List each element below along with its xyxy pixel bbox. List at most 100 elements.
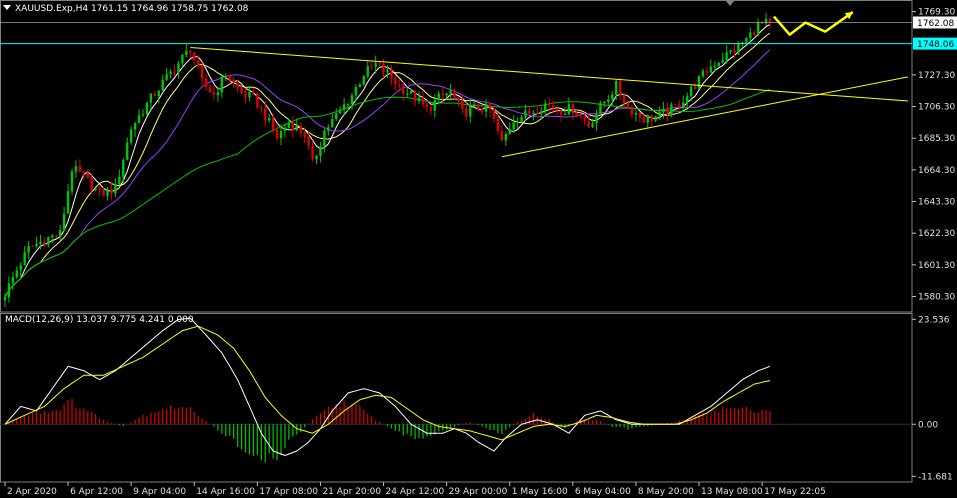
candle-body — [406, 93, 409, 95]
candle-body — [370, 66, 373, 68]
candle-body — [678, 104, 681, 107]
candle-body — [114, 184, 117, 194]
candle-body — [469, 106, 472, 117]
candle-body — [583, 116, 586, 122]
candle-body — [701, 70, 705, 77]
candle-body — [618, 80, 622, 95]
candle-body — [591, 123, 594, 127]
price-tick-label: 1664.30 — [918, 166, 955, 176]
candle-body — [133, 123, 137, 130]
candle-body — [303, 132, 306, 137]
candle-body — [528, 110, 531, 114]
candle-body — [626, 103, 630, 107]
time-tick-label: 2 Apr 2020 — [7, 487, 57, 497]
candle-body — [646, 115, 649, 123]
candle-body — [461, 101, 464, 109]
candle-body — [149, 93, 153, 103]
candle-body — [197, 60, 200, 67]
candle-body — [547, 103, 551, 106]
candle-body — [200, 66, 204, 79]
candle-body — [220, 76, 224, 93]
candle-body — [98, 188, 101, 190]
candle-body — [118, 176, 121, 185]
candle-body — [544, 103, 547, 112]
candle-body — [90, 177, 93, 191]
price-tick-label: 1706.30 — [918, 103, 955, 113]
candle-body — [23, 252, 26, 266]
candle-body — [654, 116, 657, 121]
time-tick-label: 8 May 20:00 — [638, 487, 694, 497]
candle-body — [35, 243, 38, 247]
candle-body — [484, 103, 488, 112]
candle-body — [457, 97, 460, 102]
price-tick-label: 1769.30 — [918, 8, 955, 18]
candle-body — [129, 129, 133, 143]
main-chart-title: XAUUSD.Exp,H4 1761.15 1764.96 1758.75 17… — [3, 4, 248, 14]
candle-body — [398, 84, 401, 86]
candle-body — [19, 265, 22, 271]
candle-body — [697, 76, 701, 90]
candle-body — [275, 129, 279, 139]
candle-body — [74, 166, 78, 172]
candle-body — [638, 112, 642, 118]
candle-body — [212, 92, 216, 96]
candle-body — [31, 246, 34, 248]
candle-body — [445, 93, 448, 96]
candle-body — [3, 297, 7, 301]
candle-body — [307, 136, 310, 146]
candle-body — [725, 52, 728, 60]
candle-body — [311, 145, 314, 160]
candle-body — [409, 90, 413, 94]
candle-body — [476, 104, 480, 109]
candle-body — [110, 188, 113, 194]
macd-panel-title: MACD(12,26,9) 13.037 9.775 4.241 0.000 — [5, 315, 194, 325]
candle-body — [51, 235, 54, 238]
candle-body — [15, 270, 19, 278]
candle-body — [224, 76, 228, 78]
price-tick-label: 1622.30 — [918, 229, 955, 239]
candle-body — [563, 113, 567, 115]
candle-body — [7, 283, 11, 298]
candle-body — [611, 94, 614, 100]
candle-body — [260, 107, 263, 109]
candle-body — [607, 99, 610, 103]
candle-body — [256, 93, 259, 108]
candle-body — [508, 129, 511, 135]
candle-body — [181, 55, 184, 64]
dropdown-triangle-icon[interactable] — [3, 5, 11, 10]
price-tick-label: 1727.30 — [918, 71, 955, 81]
candle-body — [228, 76, 231, 81]
candle-body — [492, 109, 496, 119]
candle-body — [737, 43, 740, 53]
candle-body — [327, 127, 330, 131]
candle-body — [685, 95, 689, 103]
candle-body — [94, 188, 97, 191]
time-tick-label: 6 May 04:00 — [575, 487, 631, 497]
candle-body — [512, 122, 515, 130]
candle-body — [153, 93, 157, 97]
candle-body — [47, 237, 50, 245]
symbol-title-text: XAUUSD.Exp,H4 1761.15 1764.96 1758.75 17… — [15, 4, 249, 14]
chart-canvas[interactable]: 1769.30 1727.30 1706.30 1685.30 1664.30 1643.… — [0, 0, 957, 498]
candle-body — [756, 22, 760, 36]
time-tick-label: 1 May 16:00 — [512, 487, 568, 497]
candle-body — [350, 95, 354, 105]
time-tick-label: 17 Apr 08:00 — [259, 487, 318, 497]
candle-body — [753, 32, 756, 36]
candle-body — [161, 79, 164, 91]
candle-body — [595, 114, 598, 124]
macd-tick-label: 0.00 — [918, 420, 938, 430]
candle-body — [417, 97, 421, 102]
price-tick-label: 1685.30 — [918, 134, 955, 144]
candle-body — [536, 113, 539, 115]
candle-body — [62, 213, 66, 230]
candle-body — [516, 121, 519, 123]
candle-body — [346, 104, 350, 106]
candle-body — [567, 104, 571, 114]
candle-body — [603, 102, 606, 104]
time-tick-label: 14 Apr 16:00 — [196, 487, 255, 497]
candle-body — [658, 111, 661, 117]
price-tick-label: 1601.30 — [918, 261, 955, 271]
marked-level-badge: 1748.06 — [917, 40, 954, 50]
candle-body — [264, 107, 267, 121]
